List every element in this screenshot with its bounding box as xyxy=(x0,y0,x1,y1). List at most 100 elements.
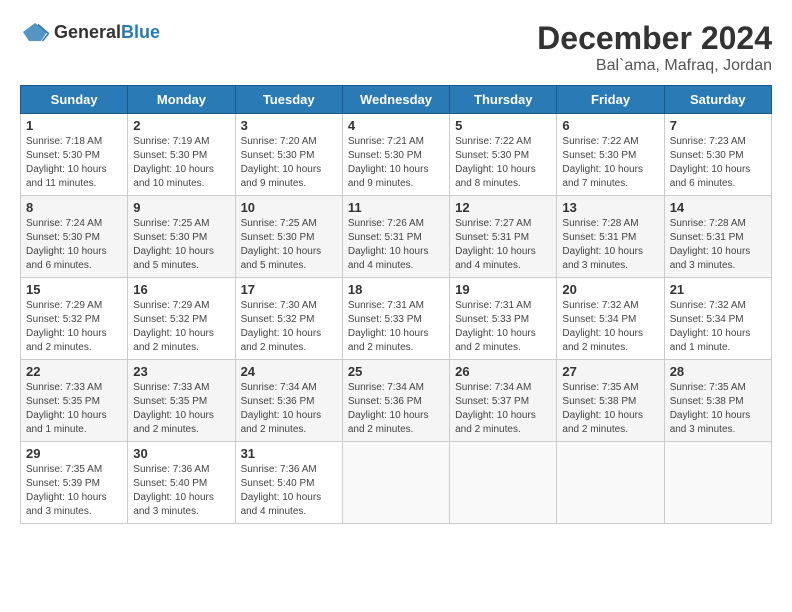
day-number: 7 xyxy=(670,118,766,133)
day-number: 23 xyxy=(133,364,229,379)
calendar: SundayMondayTuesdayWednesdayThursdayFrid… xyxy=(20,85,772,524)
day-info: Sunrise: 7:33 AMSunset: 5:35 PMDaylight:… xyxy=(26,381,122,437)
day-header-tuesday: Tuesday xyxy=(235,86,342,114)
day-number: 28 xyxy=(670,364,766,379)
day-info: Sunrise: 7:27 AMSunset: 5:31 PMDaylight:… xyxy=(455,217,551,273)
day-info: Sunrise: 7:25 AMSunset: 5:30 PMDaylight:… xyxy=(241,217,337,273)
calendar-cell: 8 Sunrise: 7:24 AMSunset: 5:30 PMDaylight… xyxy=(21,196,128,278)
calendar-cell: 1 Sunrise: 7:18 AMSunset: 5:30 PMDaylight… xyxy=(21,114,128,196)
calendar-header-row: SundayMondayTuesdayWednesdayThursdayFrid… xyxy=(21,86,772,114)
calendar-cell: 22 Sunrise: 7:33 AMSunset: 5:35 PMDayligh… xyxy=(21,360,128,442)
day-info: Sunrise: 7:30 AMSunset: 5:32 PMDaylight:… xyxy=(241,299,337,355)
calendar-cell: 31Sunrise: 7:36 AMSunset: 5:40 PMDayligh… xyxy=(235,442,342,524)
day-number: 30 xyxy=(133,446,229,461)
day-number: 9 xyxy=(133,200,229,215)
day-info: Sunrise: 7:29 AMSunset: 5:32 PMDaylight:… xyxy=(26,299,122,355)
day-number: 16 xyxy=(133,282,229,297)
day-number: 8 xyxy=(26,200,122,215)
day-number: 11 xyxy=(348,200,444,215)
day-number: 13 xyxy=(562,200,658,215)
calendar-cell: 27 Sunrise: 7:35 AMSunset: 5:38 PMDayligh… xyxy=(557,360,664,442)
day-info: Sunrise: 7:28 AMSunset: 5:31 PMDaylight:… xyxy=(562,217,658,273)
day-info: Sunrise: 7:36 AMSunset: 5:40 PMDaylight:… xyxy=(133,463,229,519)
day-info: Sunrise: 7:35 AMSunset: 5:38 PMDaylight:… xyxy=(562,381,658,437)
day-info: Sunrise: 7:31 AMSunset: 5:33 PMDaylight:… xyxy=(348,299,444,355)
calendar-cell: 18 Sunrise: 7:31 AMSunset: 5:33 PMDayligh… xyxy=(342,278,449,360)
calendar-cell: 26Sunrise: 7:34 AMSunset: 5:37 PMDayligh… xyxy=(450,360,557,442)
day-info: Sunrise: 7:28 AMSunset: 5:31 PMDaylight:… xyxy=(670,217,766,273)
day-info: Sunrise: 7:35 AMSunset: 5:39 PMDaylight:… xyxy=(26,463,122,519)
day-number: 14 xyxy=(670,200,766,215)
day-info: Sunrise: 7:22 AMSunset: 5:30 PMDaylight:… xyxy=(455,135,551,191)
calendar-cell: 19 Sunrise: 7:31 AMSunset: 5:33 PMDayligh… xyxy=(450,278,557,360)
logo-icon xyxy=(20,20,50,44)
day-info: Sunrise: 7:35 AMSunset: 5:38 PMDaylight:… xyxy=(670,381,766,437)
logo: GeneralBlue xyxy=(20,20,160,44)
day-info: Sunrise: 7:21 AMSunset: 5:30 PMDaylight:… xyxy=(348,135,444,191)
day-header-wednesday: Wednesday xyxy=(342,86,449,114)
day-number: 2 xyxy=(133,118,229,133)
calendar-cell: 30 Sunrise: 7:36 AMSunset: 5:40 PMDayligh… xyxy=(128,442,235,524)
calendar-cell: 3 Sunrise: 7:20 AMSunset: 5:30 PMDaylight… xyxy=(235,114,342,196)
calendar-cell: 14 Sunrise: 7:28 AMSunset: 5:31 PMDayligh… xyxy=(664,196,771,278)
day-number: 27 xyxy=(562,364,658,379)
logo-general: General xyxy=(54,22,121,42)
day-header-monday: Monday xyxy=(128,86,235,114)
calendar-cell xyxy=(342,442,449,524)
day-number: 21 xyxy=(670,282,766,297)
day-info: Sunrise: 7:36 AMSunset: 5:40 PMDaylight:… xyxy=(241,463,337,519)
day-number: 12 xyxy=(455,200,551,215)
day-info: Sunrise: 7:32 AMSunset: 5:34 PMDaylight:… xyxy=(562,299,658,355)
calendar-cell: 11 Sunrise: 7:26 AMSunset: 5:31 PMDayligh… xyxy=(342,196,449,278)
calendar-cell: 28 Sunrise: 7:35 AMSunset: 5:38 PMDayligh… xyxy=(664,360,771,442)
logo-text: GeneralBlue xyxy=(54,22,160,43)
day-info: Sunrise: 7:23 AMSunset: 5:30 PMDaylight:… xyxy=(670,135,766,191)
calendar-cell: 12 Sunrise: 7:27 AMSunset: 5:31 PMDayligh… xyxy=(450,196,557,278)
day-header-friday: Friday xyxy=(557,86,664,114)
day-info: Sunrise: 7:33 AMSunset: 5:35 PMDaylight:… xyxy=(133,381,229,437)
day-number: 3 xyxy=(241,118,337,133)
day-info: Sunrise: 7:25 AMSunset: 5:30 PMDaylight:… xyxy=(133,217,229,273)
calendar-cell: 9 Sunrise: 7:25 AMSunset: 5:30 PMDaylight… xyxy=(128,196,235,278)
day-number: 19 xyxy=(455,282,551,297)
calendar-cell: 17 Sunrise: 7:30 AMSunset: 5:32 PMDayligh… xyxy=(235,278,342,360)
day-info: Sunrise: 7:18 AMSunset: 5:30 PMDaylight:… xyxy=(26,135,122,191)
calendar-cell: 21 Sunrise: 7:32 AMSunset: 5:34 PMDayligh… xyxy=(664,278,771,360)
day-number: 10 xyxy=(241,200,337,215)
day-info: Sunrise: 7:20 AMSunset: 5:30 PMDaylight:… xyxy=(241,135,337,191)
calendar-week-row: 8 Sunrise: 7:24 AMSunset: 5:30 PMDaylight… xyxy=(21,196,772,278)
day-number: 17 xyxy=(241,282,337,297)
day-number: 15 xyxy=(26,282,122,297)
calendar-cell: 5 Sunrise: 7:22 AMSunset: 5:30 PMDaylight… xyxy=(450,114,557,196)
day-header-thursday: Thursday xyxy=(450,86,557,114)
calendar-cell: 15 Sunrise: 7:29 AMSunset: 5:32 PMDayligh… xyxy=(21,278,128,360)
calendar-cell xyxy=(557,442,664,524)
day-info: Sunrise: 7:34 AMSunset: 5:36 PMDaylight:… xyxy=(348,381,444,437)
day-header-saturday: Saturday xyxy=(664,86,771,114)
calendar-cell: 25 Sunrise: 7:34 AMSunset: 5:36 PMDayligh… xyxy=(342,360,449,442)
title-area: December 2024 Bal`ama, Mafraq, Jordan xyxy=(537,20,772,75)
location-title: Bal`ama, Mafraq, Jordan xyxy=(537,57,772,75)
day-info: Sunrise: 7:26 AMSunset: 5:31 PMDaylight:… xyxy=(348,217,444,273)
day-number: 18 xyxy=(348,282,444,297)
day-info: Sunrise: 7:24 AMSunset: 5:30 PMDaylight:… xyxy=(26,217,122,273)
calendar-cell: 7 Sunrise: 7:23 AMSunset: 5:30 PMDaylight… xyxy=(664,114,771,196)
day-info: Sunrise: 7:32 AMSunset: 5:34 PMDaylight:… xyxy=(670,299,766,355)
month-title: December 2024 xyxy=(537,20,772,57)
calendar-week-row: 1 Sunrise: 7:18 AMSunset: 5:30 PMDaylight… xyxy=(21,114,772,196)
day-info: Sunrise: 7:34 AMSunset: 5:37 PMDaylight:… xyxy=(455,381,551,437)
day-header-sunday: Sunday xyxy=(21,86,128,114)
day-number: 4 xyxy=(348,118,444,133)
day-number: 6 xyxy=(562,118,658,133)
day-info: Sunrise: 7:29 AMSunset: 5:32 PMDaylight:… xyxy=(133,299,229,355)
calendar-cell: 6Sunrise: 7:22 AMSunset: 5:30 PMDaylight… xyxy=(557,114,664,196)
day-number: 25 xyxy=(348,364,444,379)
calendar-cell: 13 Sunrise: 7:28 AMSunset: 5:31 PMDayligh… xyxy=(557,196,664,278)
day-info: Sunrise: 7:31 AMSunset: 5:33 PMDaylight:… xyxy=(455,299,551,355)
day-number: 22 xyxy=(26,364,122,379)
logo-blue: Blue xyxy=(121,22,160,42)
day-number: 1 xyxy=(26,118,122,133)
calendar-cell: 24Sunrise: 7:34 AMSunset: 5:36 PMDayligh… xyxy=(235,360,342,442)
day-number: 5 xyxy=(455,118,551,133)
calendar-cell: 2Sunrise: 7:19 AMSunset: 5:30 PMDaylight… xyxy=(128,114,235,196)
